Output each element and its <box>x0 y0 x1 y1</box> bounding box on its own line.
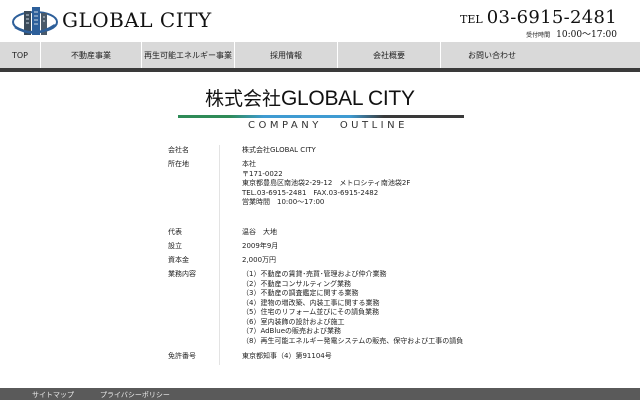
business-item: （5）住宅のリフォーム並びにその請負業務 <box>242 308 380 316</box>
tel-label: TEL <box>460 13 483 26</box>
hours-label: 受付時間 <box>526 32 551 39</box>
page-title: 株式会社GLOBAL CITY <box>205 86 415 112</box>
address-line: 〒171-0022 <box>242 169 283 178</box>
label-address: 所在地 <box>168 160 189 168</box>
label-founded: 設立 <box>168 242 182 250</box>
value-company-name: 株式会社GLOBAL CITY <box>242 146 316 154</box>
label-capital: 資本金 <box>168 256 189 264</box>
value-founded: 2009年9月 <box>242 242 279 250</box>
footer-link-privacy[interactable]: プライバシーポリシー <box>100 391 170 400</box>
building-globe-logo-icon[interactable] <box>12 5 58 37</box>
footer-link-sitemap[interactable]: サイトマップ <box>32 391 74 400</box>
address-line: 本社 <box>242 160 256 168</box>
subtitle-outline: OUTLINE <box>339 120 408 131</box>
business-item: （1）不動産の賃貸･売買･管理および仲介業務 <box>242 270 387 278</box>
value-representative: 温谷 大地 <box>242 228 277 236</box>
nav-item-top[interactable]: TOP <box>0 42 40 68</box>
label-business: 業務内容 <box>168 270 196 278</box>
brand-name[interactable]: GLOBAL CITY <box>62 8 212 32</box>
subtitle-company: COMPANY <box>248 120 322 131</box>
business-item: （8）再生可能エネルギー発電システムの販売、保守および工事の請負 <box>242 336 464 345</box>
phone-number: 03-6915-2481 <box>486 7 617 28</box>
business-item: （3）不動産の調査鑑定に関する業務 <box>242 289 359 297</box>
label-company-name: 会社名 <box>168 146 189 154</box>
main-nav: TOP 不動産事業 再生可能エネルギー事業 採用情報 会社概要 お問い合わせ <box>0 42 640 72</box>
label-license: 免許番号 <box>168 352 196 360</box>
address-line: TEL.03-6915-2481 FAX.03-6915-2482 <box>242 188 379 197</box>
address-line: 東京都豊島区南池袋2-29-12 メトロシティ南池袋2F <box>242 179 411 187</box>
nav-item-contact[interactable]: お問い合わせ <box>441 42 543 68</box>
nav-item-real-estate[interactable]: 不動産事業 <box>41 42 141 68</box>
business-item: （6）室内装飾の設計および施工 <box>242 317 345 326</box>
business-item: （4）建物の増改築、内装工事に関する業務 <box>242 298 380 307</box>
value-address: 本社 〒171-0022 東京都豊島区南池袋2-29-12 メトロシティ南池袋2… <box>242 160 410 208</box>
value-license: 東京都知事（4）第91104号 <box>242 352 332 360</box>
site-header: GLOBAL CITY TEL 03-6915-2481 受付時間 10:00〜17… <box>0 0 640 42</box>
label-representative: 代表 <box>168 228 182 236</box>
title-main: GLOBAL CITY <box>281 87 415 110</box>
business-item: （7）AdBlueの販売および業務 <box>242 327 342 335</box>
title-underline <box>178 115 464 118</box>
business-hours: 受付時間 10:00〜17:00 <box>526 26 617 42</box>
page-subtitle: COMPANY OUTLINE <box>248 120 408 131</box>
value-business: （1）不動産の賃貸･売買･管理および仲介業務 （2）不動産コンサルティング業務 … <box>242 270 463 346</box>
contact-info: TEL 03-6915-2481 受付時間 10:00〜17:00 <box>460 7 617 41</box>
hours-value: 10:00〜17:00 <box>556 30 617 40</box>
business-item: （2）不動産コンサルティング業務 <box>242 279 352 288</box>
value-capital: 2,000万円 <box>242 256 277 264</box>
nav-item-recruit[interactable]: 採用情報 <box>235 42 337 68</box>
title-prefix: 株式会社 <box>205 88 282 110</box>
address-line: 営業時間 10:00～17:00 <box>242 198 325 206</box>
table-divider <box>219 145 220 365</box>
site-footer: サイトマップ プライバシーポリシー <box>0 388 640 400</box>
nav-item-company[interactable]: 会社概要 <box>338 42 440 68</box>
nav-item-renewable-energy[interactable]: 再生可能エネルギー事業 <box>142 42 234 68</box>
